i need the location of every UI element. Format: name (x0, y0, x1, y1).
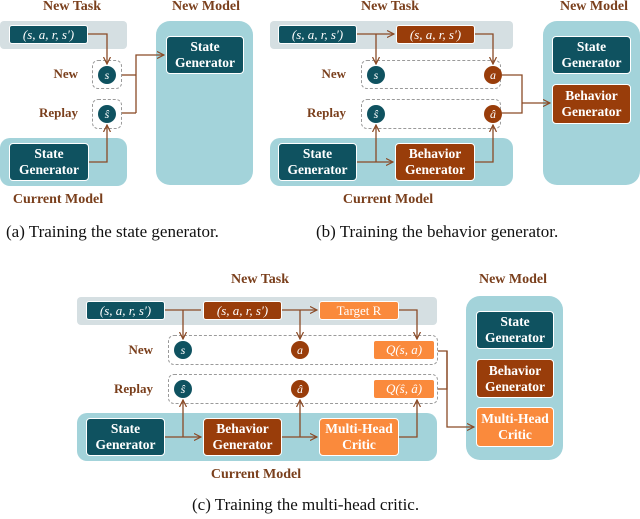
current-model-label: Current Model (12, 192, 104, 207)
arrow-q-merge (438, 350, 448, 390)
new-multi-head-critic: Multi-Head Critic (476, 407, 554, 447)
new-task-label: New Task (231, 272, 289, 287)
q-value-new: Q(s, a) (374, 341, 434, 359)
new-state-generator: State Generator (476, 311, 554, 349)
row-label-new: New (321, 66, 346, 81)
new-task-label: New Task (361, 0, 419, 14)
caption-b: (b) Training the behavior generator. (316, 222, 559, 241)
state-s-hat: ŝ (98, 105, 116, 123)
new-model-label: New Model (171, 0, 241, 14)
state-s: s (174, 341, 192, 359)
state-s: s (367, 66, 385, 84)
caption-a: (a) Training the state generator. (6, 222, 219, 241)
arrow-a-merge (501, 74, 523, 114)
tuple-state: (s, a, r, s′) (86, 301, 165, 320)
current-behavior-generator: Behavior Generator (203, 418, 282, 456)
tuple-state: (s, a, r, s′) (9, 25, 88, 44)
new-state-generator: State Generator (166, 36, 244, 74)
q-value-replay: Q(ŝ, â) (374, 380, 434, 398)
tuple-behavior: (s, a, r, s′) (396, 25, 475, 44)
tuple-behavior: (s, a, r, s′) (203, 301, 282, 320)
current-state-generator: State Generator (86, 418, 165, 456)
caption-c: (c) Training the multi-head critic. (192, 495, 420, 514)
current-state-generator: State Generator (9, 143, 89, 181)
current-behavior-generator: Behavior Generator (395, 143, 475, 181)
state-s-hat: ŝ (367, 105, 385, 123)
row-label-replay: Replay (39, 105, 78, 120)
action-a-hat: â (291, 380, 309, 398)
new-state-generator: State Generator (552, 36, 631, 74)
new-model-label: New Model (559, 0, 629, 14)
target-r-label: Target R (336, 302, 382, 318)
state-s-hat: ŝ (174, 380, 192, 398)
new-behavior-generator: Behavior Generator (476, 359, 554, 398)
target-r: Target R (319, 301, 399, 320)
row-label-new: New (53, 66, 78, 81)
current-multi-head-critic: Multi-Head Critic (319, 418, 399, 456)
action-a-hat: â (484, 105, 502, 123)
new-behavior-generator: Behavior Generator (552, 84, 631, 124)
new-task-label: New Task (43, 0, 101, 14)
current-state-generator: State Generator (278, 143, 357, 181)
new-model-label: New Model (478, 272, 548, 287)
row-label-new: New (128, 342, 153, 357)
action-a: a (291, 341, 309, 359)
row-label-replay: Replay (114, 381, 153, 396)
current-model-label: Current Model (210, 467, 302, 482)
current-model-label: Current Model (342, 192, 434, 207)
action-a: a (484, 66, 502, 84)
tuple-state: (s, a, r, s′) (278, 25, 357, 44)
row-label-replay: Replay (307, 105, 346, 120)
state-s: s (98, 66, 116, 84)
